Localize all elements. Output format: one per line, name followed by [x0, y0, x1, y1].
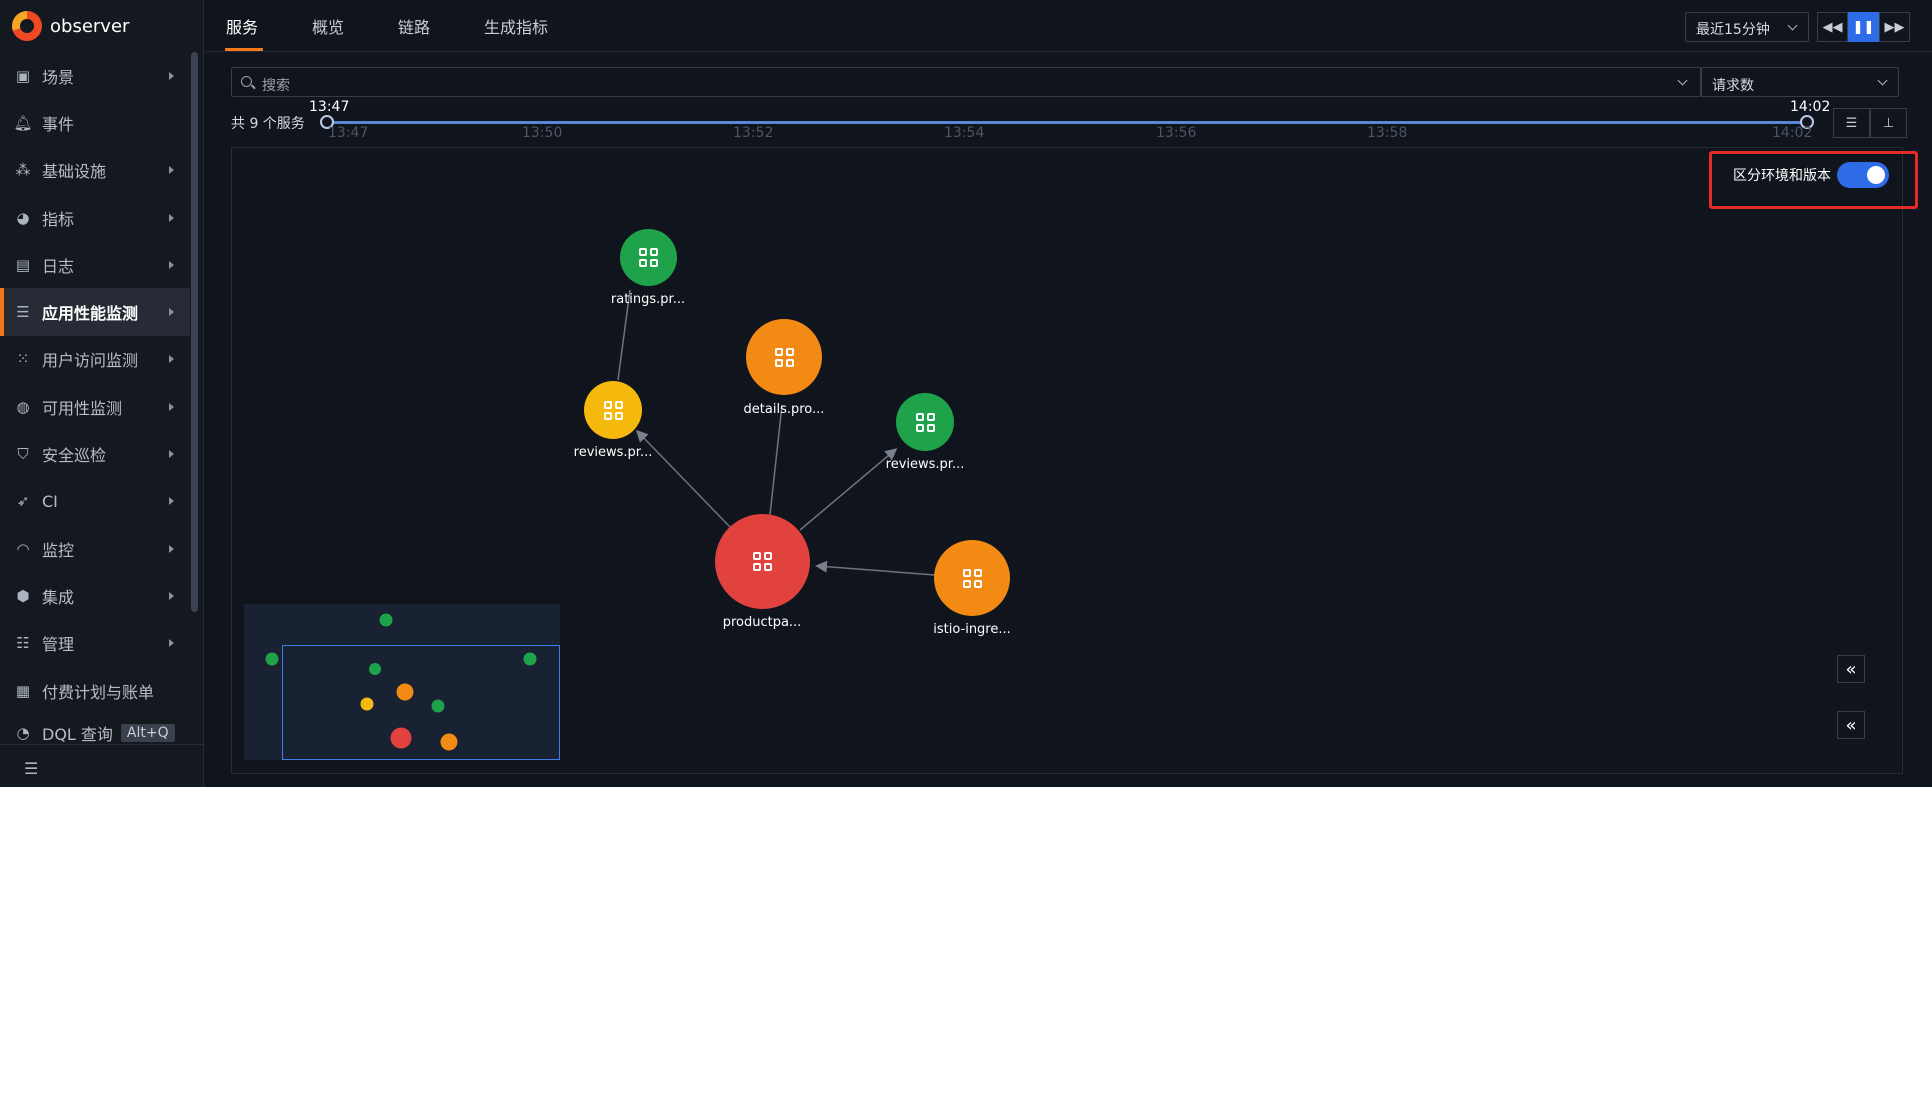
service-node-productpage[interactable]: [715, 514, 810, 609]
edge-productpage-reviews-2: [799, 448, 898, 531]
service-node-label: reviews.pr...: [573, 445, 653, 460]
service-node-label: reviews.pr...: [885, 457, 965, 472]
minimap-node: [396, 683, 414, 701]
minimap-viewport[interactable]: [282, 645, 560, 760]
double-chevron-left-icon: «: [1845, 658, 1857, 680]
service-node-details[interactable]: [746, 319, 822, 395]
service-icon: [753, 552, 772, 571]
minimap-node: [379, 613, 393, 627]
service-node-label: istio-ingre...: [933, 622, 1011, 637]
minimap-node: [390, 727, 412, 749]
service-node-label: ratings.pr...: [610, 292, 686, 307]
collapse-minimap-button[interactable]: «: [1837, 711, 1865, 739]
service-icon: [603, 400, 623, 420]
service-node-reviews-v1[interactable]: [584, 381, 642, 439]
minimap-node: [440, 733, 458, 751]
service-node-istio-ingress[interactable]: [934, 540, 1010, 616]
edge-ingress-productpage: [815, 560, 936, 576]
minimap-node: [265, 652, 279, 666]
service-node-reviews-v2[interactable]: [896, 393, 954, 451]
minimap-node: [431, 699, 445, 713]
service-icon: [915, 412, 935, 432]
highlight-frame: [1709, 151, 1918, 209]
service-node-label: productpa...: [722, 615, 802, 630]
service-icon: [774, 347, 794, 367]
minimap-node: [369, 663, 381, 675]
app-window: observer ▣ 场景 🔔︎ 事件 ⁂ 基础设施 ◕ 指标 ▤ 日志 ☰ 应…: [0, 0, 1932, 787]
collapse-panel-button[interactable]: «: [1837, 655, 1865, 683]
service-node-ratings[interactable]: [620, 229, 677, 286]
service-node-label: details.pro...: [743, 402, 825, 417]
minimap-node: [360, 697, 374, 711]
minimap-node: [523, 652, 537, 666]
service-icon: [962, 568, 982, 588]
edge-productpage-details: [769, 404, 783, 516]
double-chevron-left-icon: «: [1845, 714, 1857, 736]
service-icon: [639, 248, 658, 267]
